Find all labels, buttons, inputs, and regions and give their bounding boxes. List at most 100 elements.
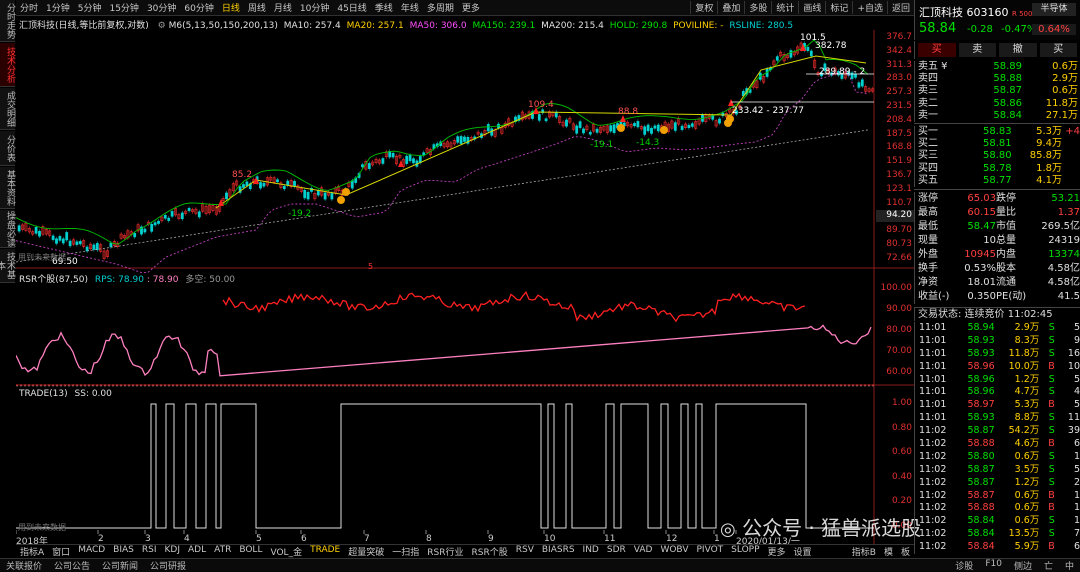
indicator-tab-7[interactable]: ATR xyxy=(210,545,235,558)
top-button-2[interactable]: 多股 xyxy=(744,1,771,14)
indicator-tab-3[interactable]: BIAS xyxy=(109,545,138,558)
tick-row: 11:02 58.87 54.2万 S 39 xyxy=(915,425,1080,438)
timeframe-12[interactable]: 年线 xyxy=(397,1,423,14)
timeframe-9[interactable]: 10分钟 xyxy=(296,1,333,14)
quick-buy-button[interactable]: 买 xyxy=(1039,43,1077,57)
timeframe-0[interactable]: 分时 xyxy=(16,1,42,14)
indicator-tab-10[interactable]: TRADE xyxy=(306,545,344,558)
indicator-right-1[interactable]: 模 xyxy=(880,545,897,558)
status-right-2[interactable]: 侧边 xyxy=(1008,559,1038,572)
tick-list[interactable]: 11:01 58.94 2.9万 S 5 11:01 58.93 8.3万 S 9 11:01 58.… xyxy=(914,322,1080,555)
price-tick-2: 311.3 xyxy=(886,59,912,70)
side-tab-6[interactable]: 技术基本 xyxy=(0,249,15,283)
indicator-tab-1[interactable]: 窗口 xyxy=(48,545,74,558)
status-link-0[interactable]: 关联报价 xyxy=(0,559,48,572)
buy-signal-marker xyxy=(728,99,734,106)
sector-tag[interactable]: 半导体 xyxy=(1032,3,1076,16)
indicator-tab-9[interactable]: VOL_金 xyxy=(266,545,306,558)
indicator-tab-11[interactable]: 超量突破 xyxy=(344,545,388,558)
indicator-tab-6[interactable]: ADL xyxy=(184,545,210,558)
status-link-2[interactable]: 公司新闻 xyxy=(96,559,144,572)
bid-row[interactable]: 买四 58.78 1.8万 xyxy=(915,163,1080,175)
top-button-0[interactable]: 复权 xyxy=(690,1,717,14)
ask-row[interactable]: 卖二 58.86 11.8万 xyxy=(915,98,1080,110)
status-right-3[interactable]: 亡 xyxy=(1038,559,1059,572)
side-tab-1[interactable]: 技术分析 xyxy=(0,43,15,87)
bid-row[interactable]: 买一 58.83 5.3万 +4 xyxy=(915,126,1080,138)
indicator-tab-5[interactable]: KDJ xyxy=(161,545,185,558)
timeframe-2[interactable]: 5分钟 xyxy=(74,1,106,14)
side-tab-5[interactable]: 操盘必读 xyxy=(0,210,15,248)
indicator-tab-23[interactable]: 更多 xyxy=(764,545,790,558)
indicator-tab-21[interactable]: PIVOT xyxy=(693,545,728,558)
top-button-5[interactable]: 标记 xyxy=(825,1,852,14)
status-link-1[interactable]: 公司公告 xyxy=(48,559,96,572)
indicator-tab-19[interactable]: VAD xyxy=(630,545,657,558)
timeframe-13[interactable]: 多周期 xyxy=(423,1,458,14)
indicator-right-0[interactable]: 指标B xyxy=(848,545,880,558)
status-right-4[interactable]: 中 xyxy=(1059,559,1080,572)
timeframe-6[interactable]: 日线 xyxy=(218,1,244,14)
top-button-7[interactable]: 返回 xyxy=(886,1,914,14)
indicator-tab-18[interactable]: SDR xyxy=(603,545,630,558)
price-tick-15: 80.73 xyxy=(886,239,912,249)
timeframe-8[interactable]: 月线 xyxy=(270,1,296,14)
ask-row[interactable]: 卖五 ¥ 58.89 0.6万 xyxy=(915,61,1080,73)
timeframe-5[interactable]: 60分钟 xyxy=(180,1,217,14)
side-tab-0[interactable]: 分时走势 xyxy=(0,0,15,42)
ask-row[interactable]: 卖一 58.84 27.1万 xyxy=(915,110,1080,122)
indicator-tab-13[interactable]: RSR行业 xyxy=(423,545,467,558)
timeframe-3[interactable]: 15分钟 xyxy=(105,1,142,14)
bid-row[interactable]: 买三 58.80 85.8万 xyxy=(915,150,1080,162)
side-tab-4[interactable]: 基本资料 xyxy=(0,167,15,209)
time-tick-3: 4 xyxy=(184,534,190,544)
stat-value: 13374 xyxy=(1048,249,1080,260)
indicator-tab-17[interactable]: IND xyxy=(579,545,603,558)
indicator-tab-20[interactable]: WOBV xyxy=(656,545,692,558)
bid-row[interactable]: 买二 58.81 9.4万 xyxy=(915,138,1080,150)
buy-button[interactable]: 买 xyxy=(918,43,956,57)
side-tab-3[interactable]: 分价表 xyxy=(0,131,15,166)
top-button-1[interactable]: 叠加 xyxy=(717,1,744,14)
timeframe-7[interactable]: 周线 xyxy=(244,1,270,14)
indicator-tab-12[interactable]: 一扫指 xyxy=(388,545,423,558)
top-button-6[interactable]: +自选 xyxy=(852,1,887,14)
tick-row: 11:01 58.96 1.2万 S 5 xyxy=(915,374,1080,387)
indicator-tab-22[interactable]: SLOPP xyxy=(727,545,763,558)
timeframe-10[interactable]: 45日线 xyxy=(333,1,370,14)
indicator-tab-14[interactable]: RSR个股 xyxy=(468,545,512,558)
status-right-1[interactable]: F10 xyxy=(979,559,1008,572)
indicator-tab-16[interactable]: BIASRS xyxy=(538,545,579,558)
status-link-3[interactable]: 公司研报 xyxy=(144,559,192,572)
indicator-tab-0[interactable]: 指标A xyxy=(16,545,48,558)
status-right-0[interactable]: 诊股 xyxy=(949,559,979,572)
indicator-right-2[interactable]: 板 xyxy=(897,545,914,558)
ask-row[interactable]: 卖三 58.87 0.6万 xyxy=(915,85,1080,97)
ask-row[interactable]: 卖四 58.88 2.9万 xyxy=(915,73,1080,85)
bid-row[interactable]: 买五 58.77 4.1万 xyxy=(915,175,1080,187)
top-button-3[interactable]: 统计 xyxy=(771,1,798,14)
ask-price: 58.87 xyxy=(993,85,1022,97)
sell-button[interactable]: 卖 xyxy=(958,43,996,57)
indicator-tab-8[interactable]: BOLL xyxy=(235,545,266,558)
timeframe-11[interactable]: 季线 xyxy=(371,1,397,14)
side-tab-2[interactable]: 成交明细 xyxy=(0,88,15,130)
indicator-tab-15[interactable]: RSV xyxy=(512,545,538,558)
bid-price: 58.83 xyxy=(982,126,1012,137)
rank-tag: R 500 xyxy=(1012,10,1033,18)
bid-delta xyxy=(1062,163,1080,175)
coin-marker xyxy=(660,126,668,134)
tick-row: 11:02 58.88 4.6万 B 6 xyxy=(915,438,1080,451)
indicator-tab-2[interactable]: MACD xyxy=(74,545,109,558)
tick-row: 11:02 58.84 0.6万 S 1 xyxy=(915,515,1080,528)
bid-volume: 85.8万 xyxy=(1029,150,1063,162)
watermark-text: 公众号 · 猛兽派选股 xyxy=(742,516,922,540)
timeframe-4[interactable]: 30分钟 xyxy=(143,1,180,14)
cancel-order-button[interactable]: 撤 xyxy=(999,43,1037,57)
price-axis: 376.7 342.4 311.3 283.0 257.3 231.5 208.4 187.5… xyxy=(872,32,912,263)
indicator-tab-4[interactable]: RSI xyxy=(138,545,161,558)
timeframe-14[interactable]: 更多 xyxy=(458,1,484,14)
indicator-tab-24[interactable]: 设置 xyxy=(790,545,816,558)
timeframe-1[interactable]: 1分钟 xyxy=(42,1,74,14)
top-button-4[interactable]: 画线 xyxy=(798,1,825,14)
